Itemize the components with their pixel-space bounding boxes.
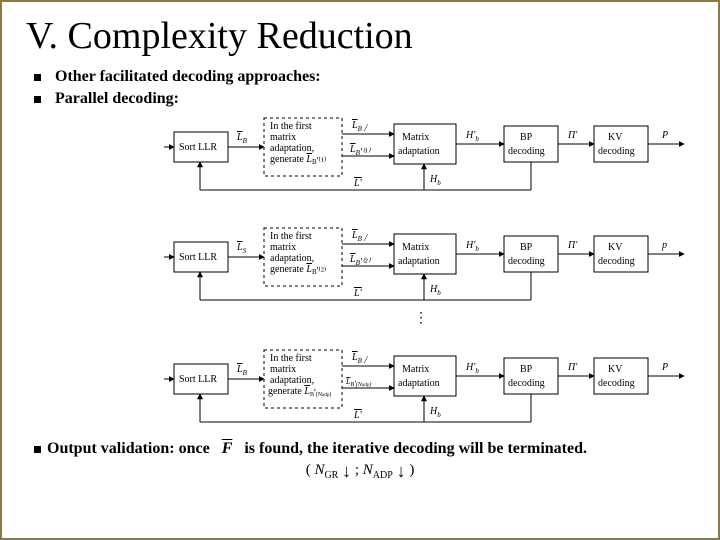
svg-text:LB'(Nadp): LB'(Nadp) <box>345 377 371 388</box>
svg-text:adaptation,: adaptation, <box>270 253 314 264</box>
svg-text:generate LB'(Nadp): generate LB'(Nadp) <box>268 386 331 399</box>
svg-text:matrix: matrix <box>270 364 296 375</box>
diagram-svg: .bx{fill:none;stroke:#000;stroke-width:1… <box>164 112 704 432</box>
square-bullet-icon <box>34 96 41 103</box>
svg-text:P: P <box>661 362 668 373</box>
svg-text:Π': Π' <box>567 362 578 373</box>
bullet-item: Parallel decoding: <box>34 90 696 108</box>
svg-text:Sort LLR: Sort LLR <box>179 252 217 263</box>
bullet-text: Other facilitated decoding approaches: <box>55 68 321 86</box>
bullet-text: Parallel decoding: <box>55 90 179 108</box>
svg-text:decoding: decoding <box>508 146 545 157</box>
bullet-item-last: Output validation: once F is found, the … <box>34 440 696 458</box>
square-bullet-icon <box>34 74 41 81</box>
svg-text:H'b: H'b <box>465 240 479 253</box>
svg-text:L': L' <box>353 410 363 421</box>
svg-text:In the first: In the first <box>270 121 312 132</box>
svg-text:LB /: LB / <box>351 120 368 134</box>
parallel-decoding-diagram: .bx{fill:none;stroke:#000;stroke-width:1… <box>164 112 704 432</box>
svg-text:LB /: LB / <box>351 352 368 366</box>
svg-text:L': L' <box>353 178 363 189</box>
svg-text:decoding: decoding <box>508 378 545 389</box>
paren-open: ( <box>306 462 311 478</box>
down-arrow-icon: ↓ <box>342 467 351 476</box>
svg-text:Matrix: Matrix <box>402 242 429 253</box>
svg-text:adaptation: adaptation <box>398 256 440 267</box>
svg-text:L': L' <box>353 288 363 299</box>
svg-text:p: p <box>661 240 667 251</box>
svg-text:adaptation: adaptation <box>398 378 440 389</box>
svg-text:matrix: matrix <box>270 132 296 143</box>
svg-text:decoding: decoding <box>598 146 635 157</box>
svg-text:Hb: Hb <box>429 406 441 419</box>
bullet-item: Other facilitated decoding approaches: <box>34 68 696 86</box>
n-gr-sym-n: N <box>314 462 324 478</box>
svg-text:In the first: In the first <box>270 353 312 364</box>
svg-text:H'b: H'b <box>465 362 479 375</box>
svg-text:Sort LLR: Sort LLR <box>179 142 217 153</box>
semicolon: ; <box>355 462 359 478</box>
svg-text:generate LB'⁽¹⁾: generate LB'⁽¹⁾ <box>270 154 326 167</box>
svg-text:Π': Π' <box>567 130 578 141</box>
svg-text:decoding: decoding <box>598 256 635 267</box>
svg-text:Π': Π' <box>567 240 578 251</box>
svg-text:Hb: Hb <box>429 284 441 297</box>
svg-text:In the first: In the first <box>270 231 312 242</box>
svg-text:adaptation,: adaptation, <box>270 375 314 386</box>
down-arrow-icon: ↓ <box>397 467 406 476</box>
output-validation-pre: Output validation: once <box>47 440 210 458</box>
n-adp-sub: ADP <box>373 470 393 481</box>
svg-text:Sort LLR: Sort LLR <box>179 374 217 385</box>
svg-text:LB /: LB / <box>351 230 368 244</box>
svg-text:decoding: decoding <box>508 256 545 267</box>
svg-text:generate LB'⁽²⁾: generate LB'⁽²⁾ <box>270 264 326 277</box>
svg-text:P: P <box>661 130 668 141</box>
svg-text:KV: KV <box>608 242 623 253</box>
svg-text:Matrix: Matrix <box>402 364 429 375</box>
svg-text:BP: BP <box>520 364 533 375</box>
svg-text:LB: LB <box>236 132 248 145</box>
svg-text:adaptation,: adaptation, <box>270 143 314 154</box>
svg-text:KV: KV <box>608 132 623 143</box>
svg-text:matrix: matrix <box>270 242 296 253</box>
svg-text:decoding: decoding <box>598 378 635 389</box>
output-validation-post: is found, the iterative decoding will be… <box>244 440 587 458</box>
svg-text:LS: LS <box>236 242 247 255</box>
svg-text:Matrix: Matrix <box>402 132 429 143</box>
slide-title: V. Complexity Reduction <box>26 14 696 58</box>
square-bullet-icon <box>34 446 41 453</box>
slide-frame: V. Complexity Reduction Other facilitate… <box>0 0 720 540</box>
svg-text:LB: LB <box>236 364 248 377</box>
paren-close: ) <box>409 462 414 478</box>
svg-text:BP: BP <box>520 242 533 253</box>
svg-text:Hb: Hb <box>429 174 441 187</box>
n-gr-sub: GR <box>324 470 338 481</box>
f-bar-symbol: F <box>216 440 239 458</box>
svg-text:H'b: H'b <box>465 130 479 143</box>
svg-text:adaptation: adaptation <box>398 146 440 157</box>
svg-text:⋮: ⋮ <box>414 311 428 326</box>
svg-text:KV: KV <box>608 364 623 375</box>
iteration-counts-note: ( NGR ↓ ; NADP ↓ ) <box>24 462 696 481</box>
svg-text:BP: BP <box>520 132 533 143</box>
n-adp-sym-n: N <box>363 462 373 478</box>
bullet-list: Other facilitated decoding approaches: P… <box>34 68 696 108</box>
